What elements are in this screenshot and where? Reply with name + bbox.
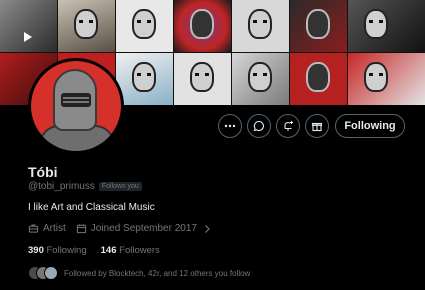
banner-artwork xyxy=(116,0,173,52)
joined-date: Joined September 2017 xyxy=(90,223,197,234)
knight-helmet-image xyxy=(31,61,121,151)
category-label: Artist xyxy=(43,223,66,234)
followers-count: 146 xyxy=(100,245,117,256)
profile-meta: Artist Joined September 2017 xyxy=(28,223,211,234)
banner-artwork xyxy=(232,0,289,52)
handle-row: @tobi_primuss Follows you xyxy=(28,181,142,192)
calendar-icon xyxy=(76,224,86,234)
bell-plus-icon xyxy=(284,121,293,131)
banner-artwork xyxy=(0,0,57,52)
banner-artwork xyxy=(174,53,231,105)
following-label: Following xyxy=(46,245,87,256)
notifications-button[interactable] xyxy=(276,114,300,138)
play-icon xyxy=(24,32,32,42)
subscribe-button[interactable] xyxy=(305,114,329,138)
banner-artwork xyxy=(58,0,115,52)
bio: I like Art and Classical Music xyxy=(28,202,155,213)
more-horizontal-icon xyxy=(224,124,236,128)
banner-artwork xyxy=(290,53,347,105)
gift-icon xyxy=(311,122,323,132)
username: @tobi_primuss xyxy=(28,181,95,192)
follower-avatars xyxy=(28,266,58,280)
banner-artwork xyxy=(348,53,425,105)
follows-you-badge: Follows you xyxy=(98,182,142,191)
followers-label: Followers xyxy=(119,245,160,256)
briefcase-icon xyxy=(28,224,39,233)
banner-artwork xyxy=(116,53,173,105)
following-count: 390 xyxy=(28,245,44,256)
avatar xyxy=(44,266,58,280)
banner-artwork xyxy=(174,0,231,52)
display-name: Tóbi xyxy=(28,164,58,180)
following-count-link[interactable]: 390 Following xyxy=(28,245,87,256)
followed-by[interactable]: Followed by Blocktech, 42r, and 12 other… xyxy=(28,266,250,280)
banner-artwork xyxy=(232,53,289,105)
followed-by-text: Followed by Blocktech, 42r, and 12 other… xyxy=(64,268,251,278)
following-button[interactable]: Following xyxy=(335,114,405,138)
message-icon xyxy=(253,120,264,132)
banner-artwork xyxy=(290,0,347,52)
more-button[interactable] xyxy=(218,114,242,138)
profile-avatar[interactable] xyxy=(28,58,124,154)
chevron-right-icon[interactable] xyxy=(203,224,211,234)
follow-counts: 390 Following 146 Followers xyxy=(28,245,160,256)
banner-artwork xyxy=(348,0,425,52)
message-button[interactable] xyxy=(247,114,271,138)
followers-count-link[interactable]: 146 Followers xyxy=(101,245,160,256)
